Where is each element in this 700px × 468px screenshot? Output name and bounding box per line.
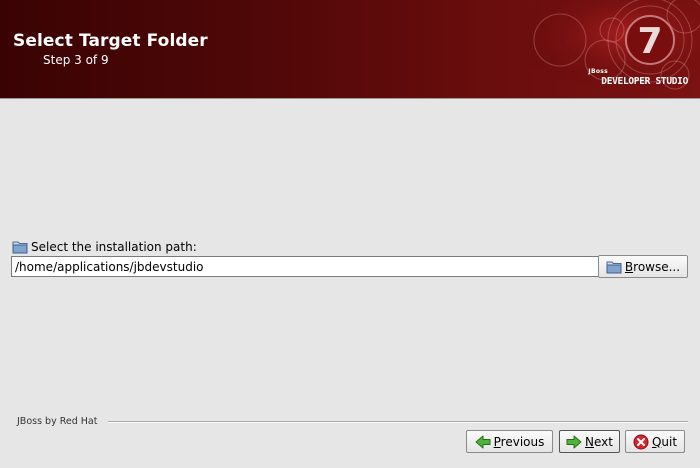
close-circle-icon: [633, 434, 649, 449]
header-banner: 7 Select Target Folder Step 3 of 9 JBoss…: [0, 0, 700, 98]
next-label: Next: [585, 434, 613, 449]
footer-brand: JBoss by Red Hat: [17, 416, 98, 427]
arrow-left-icon: [475, 435, 491, 448]
arrow-right-icon: [566, 435, 582, 448]
page-title: Select Target Folder: [13, 31, 208, 51]
folder-icon: [606, 261, 622, 273]
installation-path-input[interactable]: [11, 256, 599, 277]
footer-divider: [108, 421, 688, 423]
browse-label: Browse...: [624, 259, 681, 274]
path-label-row: Select the installation path:: [12, 239, 197, 255]
brand-jboss-label: JBoss: [588, 68, 608, 75]
quit-button[interactable]: Quit: [625, 430, 685, 453]
previous-button[interactable]: Previous: [466, 430, 553, 453]
banner-divider: [0, 98, 700, 99]
installer-window: 7 Select Target Folder Step 3 of 9 JBoss…: [0, 0, 700, 468]
brand-product-label: DEVELOPER STUDIO: [601, 76, 688, 87]
step-indicator: Step 3 of 9: [43, 53, 109, 67]
browse-button[interactable]: Browse...: [598, 255, 688, 278]
folder-icon: [12, 241, 28, 254]
quit-label: Quit: [651, 434, 678, 449]
next-button[interactable]: Next: [559, 430, 620, 453]
path-label: Select the installation path:: [31, 240, 197, 254]
previous-label: Previous: [493, 434, 545, 449]
brand-numeral: 7: [637, 21, 662, 62]
